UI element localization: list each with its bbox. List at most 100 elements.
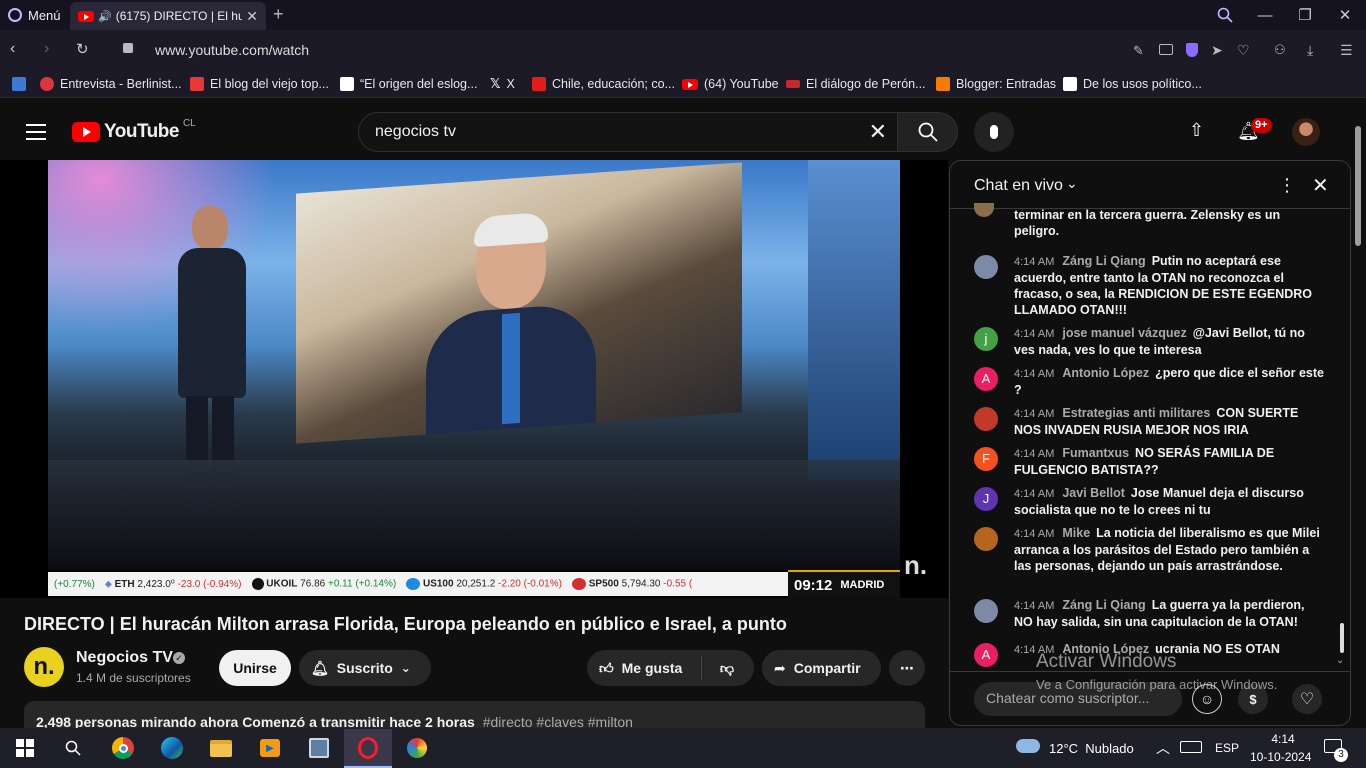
video-player[interactable]: (+0.77%) ⬥ ETH 2,423.0⁰ -23.0 (-0.94%) U…: [0, 160, 948, 598]
chrome-icon[interactable]: [108, 733, 138, 763]
bookmark-item[interactable]: [12, 75, 26, 93]
index-100-icon: [406, 578, 421, 590]
back-arrow-icon[interactable]: ‹: [10, 40, 15, 58]
opera-menu-button[interactable]: Menú: [0, 0, 70, 30]
easy-setup-icon[interactable]: ☰: [1340, 42, 1353, 59]
voice-search-button[interactable]: [974, 112, 1014, 152]
document-app-icon[interactable]: [304, 733, 334, 763]
url-field[interactable]: www.youtube.com/watch: [155, 42, 309, 58]
search-tabs-icon[interactable]: [1205, 0, 1245, 30]
chat-scroll-down-icon[interactable]: ⌄: [1336, 655, 1344, 666]
clock-time[interactable]: 4:14: [1263, 732, 1303, 746]
bookmark-item[interactable]: (64) YouTube: [682, 75, 779, 93]
chat-author[interactable]: Estrategias anti militares: [1062, 406, 1210, 420]
create-upload-icon[interactable]: ⇧: [1189, 120, 1204, 141]
live-chat-panel: Chat en vivo ⌄ ⋮ ✕ terminar en la tercer…: [949, 160, 1351, 726]
subscribed-button[interactable]: 🔔︎ Suscrito ⌄: [299, 650, 431, 686]
bookmark-item[interactable]: De los usos político...: [1063, 75, 1202, 93]
page-scrollbar[interactable]: [1355, 126, 1361, 246]
edge-icon[interactable]: [157, 733, 187, 763]
search-box: negocios tv ✕: [358, 112, 898, 152]
browser-tab-active[interactable]: 🔊 (6175) DIRECTO | El hur ✕: [70, 2, 266, 30]
weather-text[interactable]: 12°C Nublado: [1049, 741, 1134, 756]
dislike-button[interactable]: 👎︎: [702, 660, 752, 677]
chat-author[interactable]: Antonio López: [1062, 366, 1149, 380]
weather-cloud-icon[interactable]: [1016, 739, 1040, 753]
chat-scrollbar[interactable]: [1340, 623, 1344, 653]
chat-author[interactable]: Mike: [1062, 526, 1090, 540]
media-player-icon[interactable]: ▶: [255, 733, 285, 763]
chat-message: 4:14 AM Estrategias anti militares CON SUE…: [974, 405, 1324, 438]
camera-icon[interactable]: [1159, 44, 1173, 55]
minimize-button[interactable]: —: [1245, 0, 1285, 30]
youtube-logo[interactable]: YouTube CL: [72, 118, 196, 143]
bookmark-item[interactable]: Entrevista - Berlinist...: [40, 75, 182, 93]
description-box[interactable]: 2,498 personas mirando ahora Comenzó a t…: [24, 701, 925, 728]
download-icon[interactable]: ⤓: [1307, 42, 1313, 59]
search-input[interactable]: negocios tv: [375, 123, 456, 141]
language-indicator[interactable]: ESP: [1215, 741, 1239, 755]
description-hashtags[interactable]: #directo #claves #milton: [483, 714, 633, 728]
edit-icon[interactable]: ✎: [1133, 43, 1144, 59]
tab-close-icon[interactable]: ✕: [246, 8, 258, 25]
chat-close-icon[interactable]: ✕: [1312, 173, 1329, 198]
bookmark-item[interactable]: “El origen del eslog...: [340, 75, 477, 93]
bookmark-item[interactable]: El blog del viejo top...: [190, 75, 329, 93]
chat-author[interactable]: Javi Bellot: [1062, 486, 1125, 500]
channel-name[interactable]: Negocios TV: [76, 649, 173, 667]
reactions-heart-button[interactable]: ♡: [1292, 684, 1322, 714]
heart-icon[interactable]: ♡: [1237, 42, 1250, 59]
ticker-city: MADRID: [840, 579, 885, 591]
chat-mode-chevron-icon[interactable]: ⌄: [1066, 175, 1078, 192]
paint-app-icon[interactable]: [402, 733, 432, 763]
more-actions-button[interactable]: ⋯: [889, 650, 925, 686]
chat-more-icon[interactable]: ⋮: [1278, 175, 1296, 196]
chat-title[interactable]: Chat en vivo: [974, 177, 1063, 195]
chat-author[interactable]: Fumantxus: [1062, 446, 1129, 460]
chat-time: 4:14 AM: [1014, 408, 1055, 420]
clear-search-icon[interactable]: ✕: [869, 119, 887, 145]
close-window-button[interactable]: ✕: [1325, 0, 1365, 30]
blogger-favicon-icon: [936, 77, 950, 91]
start-button[interactable]: [10, 733, 40, 763]
profile-icon[interactable]: ⚇: [1274, 42, 1286, 58]
maximize-button[interactable]: ❐: [1285, 0, 1325, 30]
more-horizontal-icon: ⋯: [900, 659, 914, 676]
hamburger-menu-icon[interactable]: [26, 124, 46, 140]
youtube-favicon-icon: [682, 78, 698, 90]
file-explorer-icon[interactable]: [206, 733, 236, 763]
chat-author[interactable]: jose manuel vázquez: [1062, 326, 1186, 340]
vpn-shield-icon[interactable]: [1186, 43, 1198, 57]
opera-taskbar-active[interactable]: [344, 729, 392, 768]
tray-chevron-up-icon[interactable]: ︿: [1156, 738, 1170, 758]
keyboard-icon[interactable]: [1180, 741, 1202, 753]
bookmark-item[interactable]: Blogger: Entradas: [936, 75, 1056, 93]
chat-message: j 4:14 AM jose manuel vázquez @Javi Bellot…: [974, 325, 1324, 358]
eth-icon: ⬥: [104, 578, 112, 590]
bookmark-item[interactable]: El diálogo de Perón...: [786, 75, 926, 93]
forward-arrow-icon[interactable]: ›: [44, 40, 49, 58]
bookmark-item[interactable]: 𝕏X: [490, 75, 515, 93]
clock-date[interactable]: 10-10-2024: [1250, 750, 1311, 764]
chat-author[interactable]: Záng Li Qiang: [1062, 254, 1145, 268]
subscriber-count: 1.4 M de suscriptores: [76, 671, 191, 685]
ticker-item: UKOIL 76.86 +0.11 (+0.14%): [251, 578, 396, 590]
send-icon[interactable]: ➤: [1211, 42, 1223, 59]
like-button[interactable]: 👍︎ Me gusta: [587, 656, 702, 680]
search-button[interactable]: [897, 112, 958, 152]
verified-check-icon: ✓: [173, 652, 185, 664]
new-tab-button[interactable]: +: [273, 4, 284, 25]
bookmark-item[interactable]: Chile, educación; co...: [532, 75, 675, 93]
user-avatar[interactable]: [1292, 118, 1320, 146]
channel-avatar[interactable]: n.: [24, 647, 64, 687]
opera-icon: [358, 736, 378, 759]
ticker-clock-box: 09:12 MADRID: [788, 570, 900, 598]
chat-author[interactable]: Záng Li Qiang: [1062, 598, 1145, 612]
chat-avatar: A: [974, 643, 998, 667]
youtube-wordmark: YouTube: [104, 121, 179, 142]
join-button[interactable]: Unirse: [219, 650, 291, 686]
reload-icon[interactable]: ↻: [76, 40, 89, 58]
taskbar-search-icon[interactable]: [58, 733, 88, 763]
chat-input-placeholder: Chatear como suscriptor...: [986, 690, 1150, 706]
share-button[interactable]: ➦ Compartir: [762, 650, 881, 686]
